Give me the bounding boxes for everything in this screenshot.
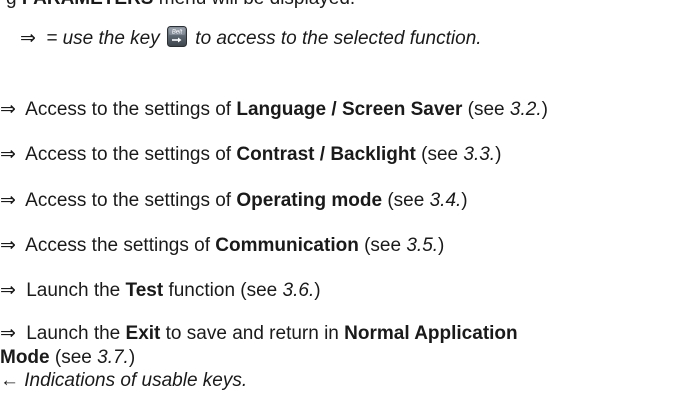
item-see: (see: [382, 190, 430, 211]
menu-intro-line: g PARAMETERS menu will be displayed.: [6, 0, 355, 11]
item-see: (see: [358, 235, 407, 256]
item-close: ): [541, 99, 548, 120]
item-see: (see: [415, 144, 464, 165]
item-keyword: Contrast / Backlight: [236, 144, 416, 165]
implies-arrow-icon: ⇒: [0, 99, 16, 120]
section-reference: 3.6.: [282, 280, 315, 301]
item-text: Access to the settings of: [20, 190, 237, 211]
list-item: ⇒ Access to the settings of Contrast / B…: [0, 143, 501, 167]
left-arrow-icon: ←: [0, 370, 19, 391]
list-item-exit-continued: Mode (see 3.7.): [0, 346, 135, 370]
usable-keys-note: ← Indications of usable keys.: [0, 369, 247, 393]
implies-arrow-icon: ⇒: [0, 235, 16, 256]
section-reference: 3.2.: [509, 99, 542, 120]
item-text: Launch the: [20, 323, 126, 344]
item-close: ): [314, 280, 321, 301]
item-keyword: Mode: [0, 347, 50, 368]
item-text-mid: to save and return in: [160, 323, 345, 344]
implies-arrow-icon: ⇒: [0, 323, 16, 344]
item-keyword: Operating mode: [236, 190, 383, 211]
section-reference: 3.4.: [429, 190, 462, 211]
implies-arrow-icon: ⇒: [0, 280, 16, 301]
item-close: ): [128, 347, 136, 368]
key-label: Belt: [172, 30, 183, 36]
item-close: ): [495, 144, 502, 165]
list-item: ⇒ Launch the Test function (see 3.6.): [0, 279, 321, 303]
item-keyword: Language / Screen Saver: [236, 99, 463, 120]
item-close: ): [438, 235, 445, 256]
item-see: (see: [49, 347, 98, 368]
item-text: Access to the settings of: [20, 99, 237, 120]
key-note-text-after: to access to the selected function.: [190, 28, 482, 49]
item-text: Launch the: [20, 280, 126, 301]
item-text: Access to the settings of: [20, 144, 237, 165]
item-keyword: Normal Application: [344, 323, 518, 344]
list-item: ⇒ Access the settings of Communication (…: [0, 234, 444, 258]
section-reference: 3.7.: [97, 347, 129, 368]
item-keyword: Communication: [215, 235, 359, 256]
item-keyword: Test: [125, 280, 164, 301]
item-text: Access the settings of: [20, 235, 216, 256]
intro-suffix: menu will be displayed.: [153, 0, 355, 9]
menu-name: PARAMETERS: [22, 0, 154, 9]
document-page: g PARAMETERS menu will be displayed. ⇒ =…: [0, 0, 693, 418]
list-item: ⇒ Access to the settings of Operating mo…: [0, 189, 468, 213]
usable-keys-text: Indications of usable keys.: [19, 370, 248, 391]
implies-arrow-icon: ⇒: [0, 144, 16, 165]
list-item: ⇒ Access to the settings of Language / S…: [0, 98, 548, 122]
item-text-after: function (see: [163, 280, 283, 301]
key-usage-note: ⇒ = use the key Belt to access to the se…: [20, 26, 482, 51]
item-see: (see: [462, 99, 510, 120]
right-arrow-key-icon: Belt: [167, 26, 188, 47]
section-reference: 3.5.: [406, 235, 439, 256]
implies-arrow-icon: ⇒: [20, 28, 36, 49]
implies-arrow-icon: ⇒: [0, 190, 16, 211]
section-reference: 3.3.: [463, 144, 496, 165]
intro-prefix: g: [6, 0, 22, 9]
item-keyword: Exit: [125, 323, 161, 344]
list-item-exit: ⇒ Launch the Exit to save and return in …: [0, 322, 518, 346]
item-close: ): [461, 190, 468, 211]
key-note-text-before: = use the key: [40, 28, 166, 49]
